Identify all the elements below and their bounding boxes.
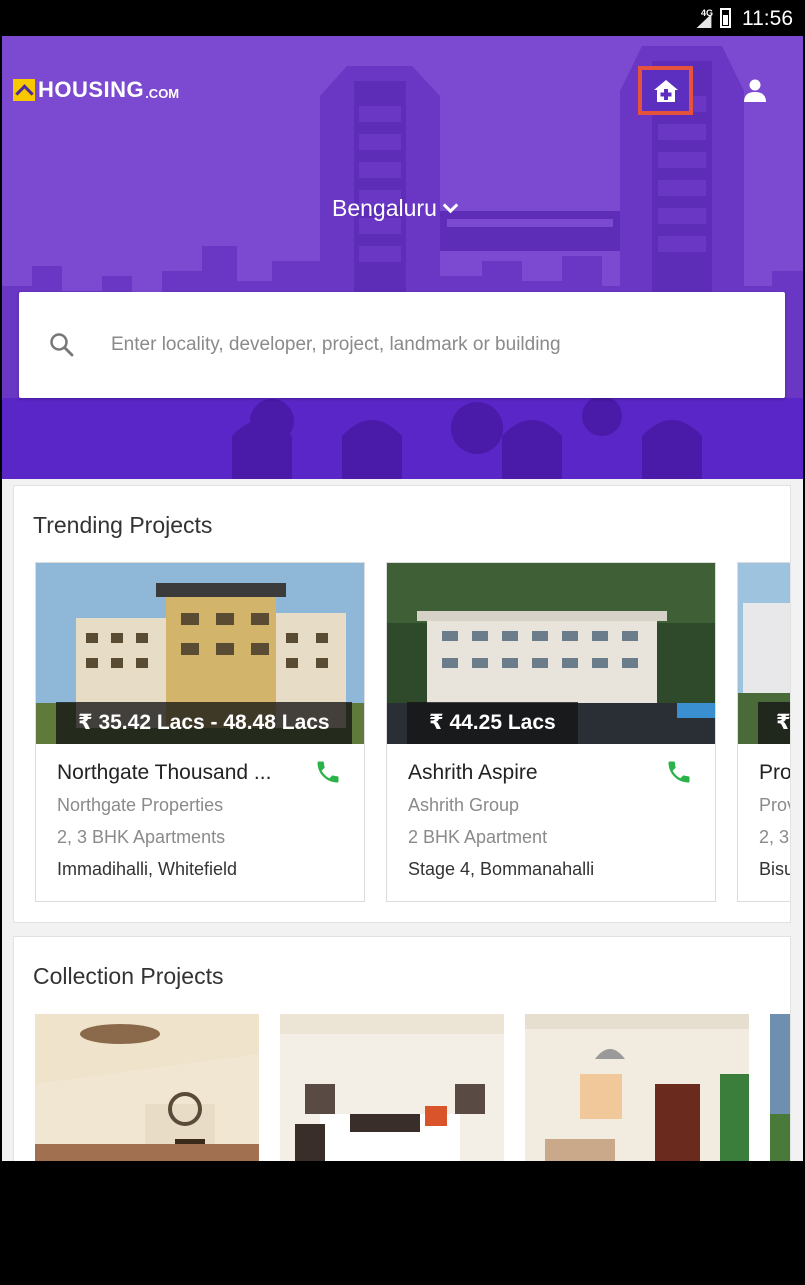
project-card[interactable]: ₹ Prov Prov 2, 3 Bisu <box>737 562 791 902</box>
price-tag: ₹ 35.42 Lacs - 48.48 Lacs <box>56 702 352 744</box>
battery-icon <box>720 8 731 28</box>
collection-image <box>770 1014 790 1161</box>
person-icon <box>744 79 766 102</box>
developer-name: Prov <box>759 795 790 815</box>
unit-config: 2 BHK Apartment <box>408 827 548 847</box>
post-property-button[interactable] <box>638 66 693 115</box>
collection-projects-section: Collection Projects <box>13 936 791 1161</box>
clock: 11:56 <box>742 7 793 30</box>
phone-call-icon[interactable] <box>314 758 342 786</box>
trending-projects-section: Trending Projects ₹ 35.42 Lacs - 48.48 L… <box>13 485 791 923</box>
city-selector[interactable]: Bengaluru <box>332 193 459 223</box>
collection-card[interactable] <box>770 1014 790 1161</box>
project-location: Stage 4, Bommanahalli <box>408 859 595 879</box>
search-box[interactable] <box>19 292 785 398</box>
chevron-down-icon <box>442 197 459 213</box>
project-name: Ashrith Aspire <box>408 761 538 784</box>
status-bar: 4G 11:56 <box>0 0 805 36</box>
hero-banner: HOUSING .COM Bengaluru <box>2 36 803 479</box>
housing-logo[interactable]: HOUSING .COM <box>13 77 179 102</box>
price-tag: ₹ <box>758 702 790 744</box>
project-name: Prov <box>759 761 791 784</box>
phone-call-icon[interactable] <box>665 758 693 786</box>
project-location: Bisu <box>759 859 791 879</box>
project-card[interactable]: ₹ 44.25 Lacs Ashrith Aspire Ashrith Grou… <box>386 562 716 902</box>
developer-name: Ashrith Group <box>408 795 520 815</box>
collection-card[interactable] <box>525 1014 749 1161</box>
home-plus-icon <box>653 79 678 102</box>
project-name: Northgate Thousand ... <box>57 761 272 784</box>
project-location: Immadihalli, Whitefield <box>57 859 238 879</box>
city-name: Bengaluru <box>332 194 437 221</box>
account-button[interactable] <box>740 74 770 106</box>
section-title: Trending Projects <box>33 512 213 538</box>
navigation-bar <box>0 1161 805 1285</box>
unit-config: 2, 3 BHK Apartments <box>57 827 226 847</box>
collection-image <box>525 1014 749 1161</box>
app-screen: HOUSING .COM Bengaluru Enter locality, d… <box>2 36 803 1161</box>
collection-image <box>35 1014 259 1161</box>
project-image: ₹ <box>738 563 790 744</box>
project-image: ₹ 44.25 Lacs <box>387 563 715 744</box>
section-title: Collection Projects <box>33 963 224 989</box>
signal-icon <box>696 14 712 28</box>
price-tag: ₹ 44.25 Lacs <box>407 702 578 744</box>
developer-name: Northgate Properties <box>57 795 224 815</box>
collection-card[interactable] <box>35 1014 259 1161</box>
logo-mark-icon <box>13 79 35 101</box>
project-card[interactable]: ₹ 35.42 Lacs - 48.48 Lacs Northgate Thou… <box>35 562 365 902</box>
collection-card[interactable] <box>280 1014 504 1161</box>
search-icon <box>50 333 74 357</box>
unit-config: 2, 3 <box>759 827 790 847</box>
collection-image <box>280 1014 504 1161</box>
project-image: ₹ 35.42 Lacs - 48.48 Lacs <box>36 563 364 744</box>
search-input[interactable] <box>111 330 751 360</box>
